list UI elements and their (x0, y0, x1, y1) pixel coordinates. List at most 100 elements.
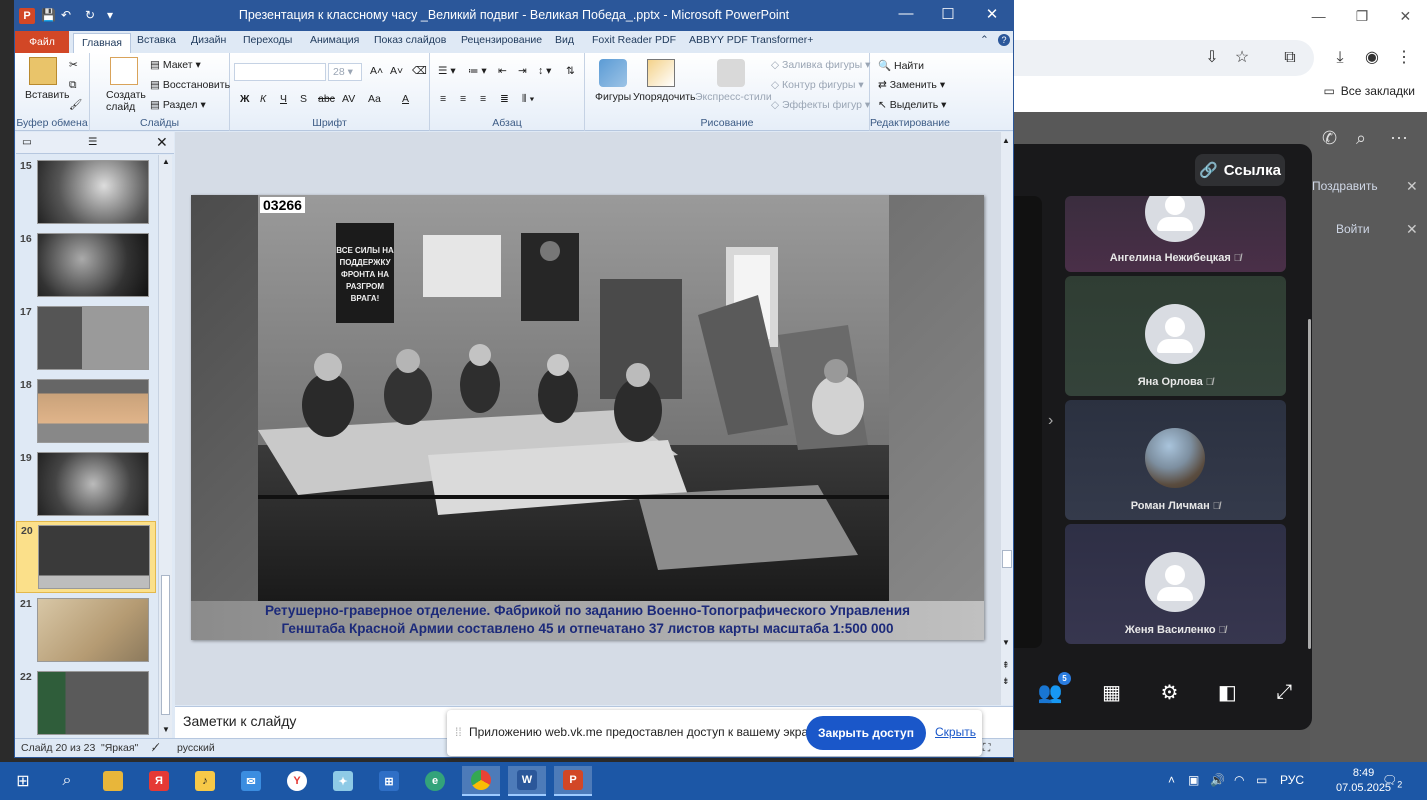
more-icon[interactable]: ⋯ (1390, 128, 1408, 149)
layout-button[interactable]: ▤ Макет ▾ (150, 59, 201, 71)
participant-tile[interactable]: Ангелина Нежибецкая 🎙̸ (1065, 196, 1286, 272)
tab-transitions[interactable]: Переходы (243, 34, 292, 46)
italic-button[interactable]: К (260, 93, 266, 105)
select-button[interactable]: ↖ Выделить ▾ (878, 99, 946, 111)
scroll-up-icon[interactable]: ▲ (1002, 136, 1010, 145)
slide-thumbnail-selected[interactable]: 20 (16, 521, 156, 593)
tab-animations[interactable]: Анимация (310, 34, 359, 46)
settings-icon[interactable]: ⚙ (1160, 680, 1178, 705)
replace-button[interactable]: ⇄ Заменить ▾ (878, 79, 945, 91)
downloads-icon[interactable]: ⤓ (1330, 48, 1350, 68)
spellcheck-icon[interactable]: ✓̸ (151, 742, 160, 754)
shape-outline-button[interactable]: ◇ Контур фигуры ▾ (771, 79, 864, 91)
new-slide-icon[interactable] (110, 57, 138, 85)
slide-thumbnail[interactable]: 17 (16, 303, 156, 375)
pip-icon[interactable]: ◧ (1218, 680, 1237, 705)
stop-sharing-button[interactable]: Закрыть доступ (806, 716, 926, 750)
phone-icon[interactable]: ✆ (1322, 128, 1337, 149)
increase-indent-icon[interactable]: ⇥ (518, 65, 527, 77)
all-bookmarks[interactable]: ▭ Все закладки (1323, 84, 1415, 98)
find-button[interactable]: 🔍 Найти (878, 59, 924, 72)
bookmark-star-icon[interactable]: ☆ (1232, 48, 1252, 68)
close-icon[interactable]: ✕ (1406, 221, 1418, 238)
language-indicator[interactable]: русский (177, 742, 215, 754)
tab-foxit[interactable]: Foxit Reader PDF (592, 34, 676, 46)
shape-effects-button[interactable]: ◇ Эффекты фигур ▾ (771, 99, 870, 111)
slide-caption[interactable]: Ретушерно-граверное отделение. Фабрикой … (191, 601, 984, 640)
chrome-icon[interactable] (462, 766, 500, 796)
scroll-up-icon[interactable]: ▲ (162, 157, 170, 166)
yandex-music-icon[interactable]: ♪ (186, 766, 224, 796)
search-icon[interactable]: ⌕ (1356, 128, 1366, 149)
install-app-icon[interactable]: ⇩ (1202, 48, 1222, 68)
screen-share-tray-icon[interactable]: ▣ (1188, 773, 1199, 787)
current-slide[interactable]: ВСЕ СИЛЫ НА ПОДДЕРЖКУ ФРОНТА НА РАЗГРОМ … (191, 195, 984, 640)
tab-review[interactable]: Рецензирование (461, 34, 542, 46)
align-right-icon[interactable]: ≡ (480, 93, 486, 105)
tray-arrow-icon[interactable]: ˄ (1168, 773, 1175, 787)
align-center-icon[interactable]: ≡ (460, 93, 466, 105)
close-icon[interactable]: ✕ (1384, 0, 1427, 32)
scroll-down-icon[interactable]: ▼ (1002, 638, 1010, 647)
outline-tab-icon[interactable]: ☰ (88, 136, 97, 148)
tab-file[interactable]: Файл (15, 31, 69, 53)
copy-icon[interactable]: ⧉ (69, 79, 77, 92)
clear-format-icon[interactable]: ⌫ (412, 65, 427, 77)
shapes-icon[interactable] (599, 59, 627, 87)
decrease-indent-icon[interactable]: ⇤ (498, 65, 507, 77)
yandex-browser-icon[interactable]: Y (278, 766, 316, 796)
paste-icon[interactable] (29, 57, 57, 85)
drag-handle-icon[interactable]: ⁞⁞ (455, 725, 462, 739)
edge-icon[interactable]: e (416, 766, 454, 796)
reset-button[interactable]: ▤ Восстановить (150, 79, 230, 91)
participants-scrollbar[interactable] (1308, 319, 1311, 649)
slides-pane-scrollbar[interactable]: ▲ ▼ (158, 155, 172, 738)
slide-thumbnail[interactable]: 22 (16, 668, 156, 738)
participant-tile[interactable]: Роман Личман 🎙̸ (1065, 400, 1286, 520)
participants-icon[interactable]: 👥 5 (1038, 671, 1071, 705)
justify-icon[interactable]: ≣ (500, 93, 509, 105)
paste-button[interactable]: Вставить (25, 89, 70, 101)
extensions-icon[interactable]: ⧉ (1280, 48, 1300, 68)
strikethrough-button[interactable]: abc (318, 93, 335, 105)
language-indicator[interactable]: РУС (1280, 773, 1304, 787)
congratulate-link[interactable]: Поздравить (1312, 179, 1378, 193)
format-painter-icon[interactable]: 🖌 (69, 98, 82, 111)
close-icon[interactable]: ✕ (1406, 178, 1418, 195)
change-case-button[interactable]: Aa (368, 93, 381, 105)
next-slide-icon[interactable]: ⇟ (1002, 676, 1010, 687)
restore-icon[interactable]: ❐ (1340, 0, 1383, 32)
slide-thumbnail[interactable]: 18 (16, 376, 156, 448)
volume-icon[interactable]: 🔊 (1210, 773, 1225, 787)
slides-tab-icon[interactable]: ▭ (22, 136, 32, 148)
columns-icon[interactable]: ⫴ ▾ (522, 93, 534, 106)
minimize-icon[interactable]: — (891, 5, 921, 22)
tab-design[interactable]: Дизайн (191, 34, 226, 46)
address-bar[interactable] (1014, 40, 1314, 76)
wifi-icon[interactable]: ◠ (1234, 773, 1244, 787)
participant-tile[interactable]: Женя Василенко 🎙̸ (1065, 524, 1286, 644)
grid-layout-icon[interactable]: ▦ (1102, 680, 1121, 705)
store-icon[interactable]: ⊞ (370, 766, 408, 796)
font-color-button[interactable]: A (402, 93, 409, 105)
notifications-icon[interactable]: 🗨2 (1382, 773, 1402, 789)
scroll-thumb[interactable] (1002, 550, 1012, 568)
numbering-icon[interactable]: ≔ ▾ (468, 65, 487, 77)
close-icon[interactable]: ✕ (977, 5, 1007, 23)
char-spacing-icon[interactable]: AV (342, 93, 355, 105)
maximize-icon[interactable]: ☐ (933, 5, 963, 23)
participant-tile[interactable]: Яна Орлова 🎙̸ (1065, 276, 1286, 396)
file-explorer-icon[interactable] (94, 766, 132, 796)
edit-scrollbar[interactable]: ▲ ▼ ⇞ ⇟ (1001, 132, 1013, 705)
word-icon[interactable]: W (508, 766, 546, 796)
align-left-icon[interactable]: ≡ (440, 93, 446, 105)
shadow-button[interactable]: S (300, 93, 307, 105)
grow-font-icon[interactable]: A˄ (370, 65, 383, 77)
scroll-thumb[interactable] (161, 575, 170, 715)
cut-icon[interactable]: ✂ (69, 59, 78, 71)
chevron-right-icon[interactable]: › (1048, 412, 1053, 430)
scroll-down-icon[interactable]: ▼ (162, 725, 170, 734)
login-link[interactable]: Войти (1336, 222, 1370, 236)
line-spacing-icon[interactable]: ↕ ▾ (538, 65, 551, 77)
fit-to-window-icon[interactable]: ⛶ (983, 742, 990, 755)
